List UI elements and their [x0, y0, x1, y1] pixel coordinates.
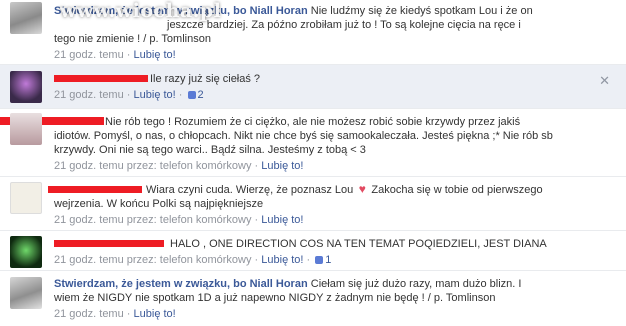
avatar[interactable]	[10, 236, 42, 268]
comment-text: HALO , ONE DIRECTION COS NA TEN TEMAT PO…	[170, 238, 547, 250]
watermark: www.wiocha.pl	[60, 0, 222, 22]
separator: ·	[178, 89, 183, 101]
separator: ·	[254, 214, 259, 226]
like-count-value: 2	[197, 89, 204, 101]
separator: ·	[126, 308, 131, 320]
like-button[interactable]: Lubię to!	[261, 160, 303, 172]
comment-4: Wiara czyni cuda. Wierzę, że poznasz Lou…	[0, 176, 626, 231]
comment-text: Wiara czyni cuda. Wierzę, że poznasz Lou	[146, 184, 354, 196]
comment-meta: 21 godz. temu · Lubię to!	[54, 48, 598, 62]
comment-2: Ile razy już się ciełaś ? 21 godz. temu …	[0, 64, 626, 109]
comment-time[interactable]: 21 godz. temu	[54, 49, 124, 61]
comment-body: HALO , ONE DIRECTION COS NA TEN TEMAT PO…	[54, 237, 598, 267]
like-button[interactable]: Lubię to!	[134, 308, 176, 320]
like-button[interactable]: Lubię to!	[261, 254, 303, 266]
comment-time[interactable]: 21 godz. temu przez: telefon komórkowy	[54, 214, 251, 226]
close-icon[interactable]: ✕	[599, 73, 610, 89]
like-button[interactable]: Lubię to!	[134, 49, 176, 61]
comment-time[interactable]: 21 godz. temu przez: telefon komórkowy	[54, 254, 251, 266]
separator: ·	[306, 254, 311, 266]
comment-meta: 21 godz. temu przez: telefon komórkowy ·…	[54, 213, 598, 227]
avatar[interactable]	[10, 113, 42, 145]
thumbs-up-icon	[187, 91, 196, 99]
like-button[interactable]: Lubię to!	[261, 214, 303, 226]
comment-time[interactable]: 21 godz. temu	[54, 308, 124, 320]
comment-text: tego nie zmienie ! / p. Tomlinson	[54, 33, 211, 45]
like-button[interactable]: Lubię to!	[134, 89, 176, 101]
separator: ·	[126, 89, 131, 101]
comment-meta: 21 godz. temu przez: telefon komórkowy ·…	[54, 253, 598, 267]
comment-time[interactable]: 21 godz. temu przez: telefon komórkowy	[54, 160, 251, 172]
heart-icon: ♥	[358, 182, 366, 196]
comment-text: Ile razy już się ciełaś ?	[150, 73, 261, 85]
avatar[interactable]	[10, 71, 42, 103]
thumbs-up-icon	[315, 256, 324, 264]
comment-meta: 21 godz. temu · Lubię to! · 2	[54, 88, 598, 102]
comment-text: wiem że NIGDY nie spotkam 1D a już napew…	[54, 292, 496, 304]
comment-text: wejrzenia. W końcu Polki są najpiękniejs…	[54, 198, 264, 210]
comment-text: Nie ludźmy się że kiedyś spotkam Lou i ż…	[310, 5, 533, 17]
comment-body: Stwierdzam, że jestem w związku, bo Nial…	[54, 277, 598, 321]
comment-text: idiotów. Pomyśl, o nas, o chłopcach. Nik…	[54, 130, 553, 142]
avatar[interactable]	[10, 2, 42, 34]
avatar[interactable]	[10, 182, 42, 214]
like-count[interactable]: 1	[313, 254, 331, 266]
comment-text: Zakocha się w tobie od pierwszego	[371, 184, 543, 196]
separator: ·	[254, 254, 259, 266]
comment-body: Wiara czyni cuda. Wierzę, że poznasz Lou…	[54, 183, 598, 227]
comment-author[interactable]: Stwierdzam, że jestem w związku, bo Nial…	[54, 278, 308, 290]
comment-meta: 21 godz. temu przez: telefon komórkowy ·…	[54, 159, 598, 173]
comment-1: Stwierdzam, że jestem w związku, bo Nial…	[0, 0, 626, 64]
comment-6: Stwierdzam, że jestem w związku, bo Nial…	[0, 270, 626, 326]
like-count-value: 1	[325, 254, 332, 266]
avatar[interactable]	[10, 277, 42, 309]
comment-time[interactable]: 21 godz. temu	[54, 89, 124, 101]
comment-text: Ciełam się już dużo razy, mam dużo blizn…	[310, 278, 522, 290]
like-count[interactable]: 2	[186, 89, 204, 101]
comment-text: krzywdy. Oni nie są tego warci.. Bądź si…	[54, 144, 366, 156]
comment-body: Nie rób tego ! Rozumiem że ci ciężko, al…	[54, 115, 598, 173]
separator: ·	[126, 49, 131, 61]
comment-5: HALO , ONE DIRECTION COS NA TEN TEMAT PO…	[0, 230, 626, 271]
separator: ·	[254, 160, 259, 172]
comment-3: Nie rób tego ! Rozumiem że ci ciężko, al…	[0, 108, 626, 177]
comment-meta: 21 godz. temu · Lubię to!	[54, 307, 598, 321]
comment-text: Nie rób tego ! Rozumiem że ci ciężko, al…	[105, 116, 521, 128]
comment-body: Ile razy już się ciełaś ? 21 godz. temu …	[54, 72, 598, 102]
